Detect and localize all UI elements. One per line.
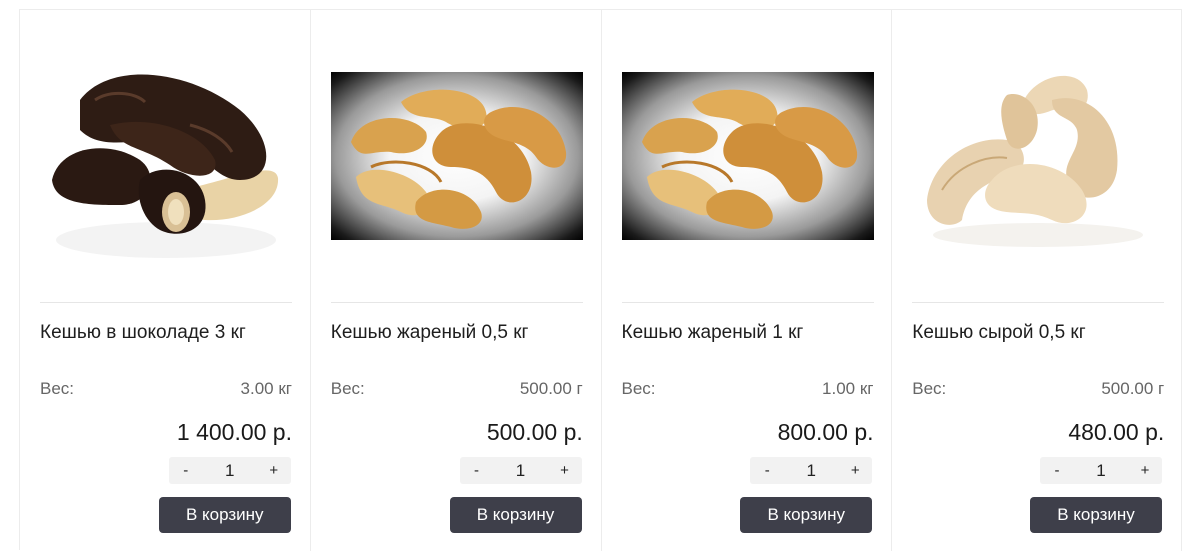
card-divider <box>621 302 874 303</box>
card-divider <box>40 302 292 303</box>
add-to-cart-button[interactable]: В корзину <box>158 497 291 533</box>
product-price: 480.00 р. <box>1068 419 1165 445</box>
weight-row: Вес: 1.00 кг <box>622 379 874 399</box>
decrease-button[interactable]: - <box>750 462 784 479</box>
weight-value: 1.00 кг <box>822 379 874 398</box>
decrease-button[interactable]: - <box>1040 462 1074 479</box>
quantity-input[interactable]: 1 <box>1074 461 1128 481</box>
quantity-input[interactable]: 1 <box>784 461 838 481</box>
card-divider <box>330 302 583 303</box>
quantity-input[interactable]: 1 <box>494 461 548 481</box>
product-title[interactable]: Кешью жареный 1 кг <box>622 321 874 345</box>
quantity-stepper: - 1 + <box>1040 457 1162 484</box>
weight-row: Вес: 3.00 кг <box>40 379 292 399</box>
product-title[interactable]: Кешью сырой 0,5 кг <box>912 321 1164 345</box>
quantity-input[interactable]: 1 <box>203 461 257 481</box>
roasted-cashew-image[interactable] <box>621 30 874 282</box>
increase-button[interactable]: + <box>257 462 291 479</box>
weight-label: Вес: <box>912 379 947 398</box>
product-price: 800.00 р. <box>777 419 874 445</box>
decrease-button[interactable]: - <box>460 462 494 479</box>
roasted-cashew-image[interactable] <box>330 30 583 282</box>
product-title[interactable]: Кешью в шоколаде 3 кг <box>40 321 292 345</box>
card-divider <box>912 302 1165 303</box>
quantity-stepper: - 1 + <box>459 457 582 484</box>
product-title[interactable]: Кешью жареный 0,5 кг <box>331 321 583 345</box>
add-to-cart-button[interactable]: В корзину <box>449 497 582 533</box>
weight-row: Вес: 500.00 г <box>331 379 583 399</box>
quantity-stepper: - 1 + <box>168 457 291 484</box>
product-card: Кешью жареный 1 кг Вес: 1.00 кг 800.00 р… <box>602 10 893 551</box>
product-price: 1 400.00 р. <box>176 419 292 445</box>
product-card: Кешью сырой 0,5 кг Вес: 500.00 г 480.00 … <box>892 10 1182 551</box>
increase-button[interactable]: + <box>1128 462 1162 479</box>
weight-label: Вес: <box>621 379 656 398</box>
increase-button[interactable]: + <box>548 462 582 479</box>
add-to-cart-button[interactable]: В корзину <box>1030 497 1162 533</box>
decrease-button[interactable]: - <box>169 462 203 479</box>
weight-label: Вес: <box>40 379 75 398</box>
weight-label: Вес: <box>330 379 365 398</box>
product-card: Кешью жареный 0,5 кг Вес: 500.00 г 500.0… <box>311 10 602 551</box>
weight-value: 3.00 кг <box>240 379 292 398</box>
product-card: Кешью в шоколаде 3 кг Вес: 3.00 кг 1 400… <box>20 10 311 551</box>
raw-cashew-image[interactable] <box>912 30 1164 282</box>
add-to-cart-button[interactable]: В корзину <box>740 497 873 533</box>
increase-button[interactable]: + <box>838 462 872 479</box>
quantity-stepper: - 1 + <box>750 457 873 484</box>
weight-row: Вес: 500.00 г <box>912 379 1164 399</box>
product-price: 500.00 р. <box>486 419 583 445</box>
chocolate-cashew-image[interactable] <box>40 30 292 282</box>
weight-value: 500.00 г <box>519 379 583 398</box>
product-grid: Кешью в шоколаде 3 кг Вес: 3.00 кг 1 400… <box>19 9 1182 551</box>
weight-value: 500.00 г <box>1101 379 1165 398</box>
